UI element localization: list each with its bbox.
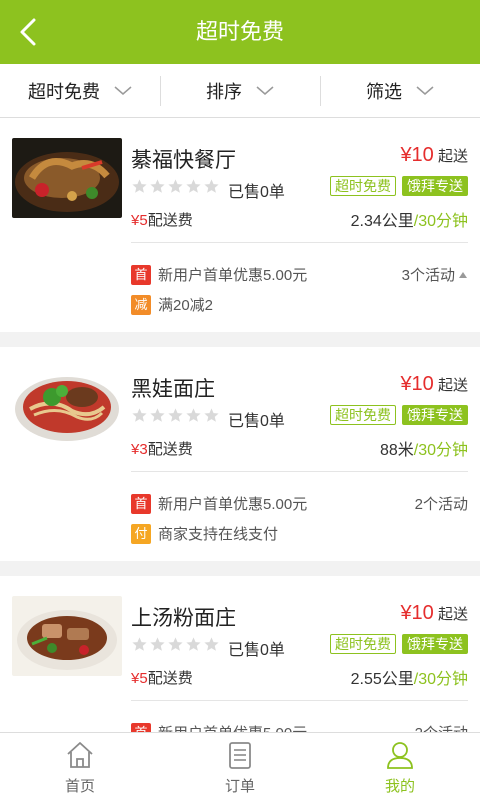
- promo-item: 首 新用户首单优惠5.00元: [131, 493, 307, 514]
- star-icon: [186, 179, 201, 193]
- rating-stars: [131, 636, 220, 653]
- chevron-down-icon: [416, 85, 434, 95]
- restaurant-card[interactable]: 黑娃面庄 ¥10 起送 已售0单 超时免费 饿拜专送 ¥3配送费 88米/30分…: [0, 347, 480, 561]
- delivery-fee: ¥5配送费: [131, 670, 193, 687]
- distance-time: 2.55公里/30分钟: [350, 671, 468, 688]
- filter-label: 筛选: [366, 81, 402, 102]
- star-icon: [186, 408, 201, 422]
- first-order-icon: 首: [131, 264, 151, 285]
- filter-sort[interactable]: 排序: [160, 64, 320, 117]
- activities-toggle[interactable]: 3个活动: [402, 264, 468, 285]
- promo-item: 减 满20减2: [131, 294, 213, 315]
- badge-overtime-free: 超时免费: [330, 634, 396, 654]
- promo-item: 付 商家支持在线支付: [131, 523, 278, 544]
- star-icon: [150, 408, 165, 422]
- user-icon: [387, 742, 413, 769]
- star-icon: [204, 179, 219, 193]
- divider: [131, 471, 468, 472]
- star-icon: [204, 408, 219, 422]
- tab-mine[interactable]: 我的: [320, 733, 480, 800]
- restaurant-list: 綦福快餐厅 ¥10 起送 已售0单 超时免费 饿拜专送 ¥5配送费 2.34公里…: [0, 118, 480, 732]
- chevron-down-icon: [256, 85, 274, 95]
- caret-up-icon: [459, 271, 467, 278]
- filter-screen[interactable]: 筛选: [320, 64, 480, 117]
- badges: 超时免费 饿拜专送: [330, 405, 468, 425]
- home-icon: [67, 742, 93, 768]
- star-icon: [132, 637, 147, 651]
- star-icon: [168, 637, 183, 651]
- order-list-icon: [229, 742, 251, 769]
- sold-count: 已售0单: [228, 184, 285, 201]
- badge-overtime-free: 超时免费: [330, 176, 396, 196]
- divider: [131, 700, 468, 701]
- sold-count: 已售0单: [228, 642, 285, 659]
- restaurant-card[interactable]: 上汤粉面庄 ¥10 起送 已售0单 超时免费 饿拜专送 ¥5配送费 2.55公里…: [0, 576, 480, 732]
- restaurant-thumbnail: [12, 367, 122, 447]
- online-payment-icon: 付: [131, 523, 151, 544]
- star-icon: [132, 179, 147, 193]
- badge-delivery-service: 饿拜专送: [402, 405, 468, 425]
- page-title: 超时免费: [195, 19, 284, 44]
- rating-stars: [131, 178, 220, 195]
- star-icon: [150, 637, 165, 651]
- tab-orders[interactable]: 订单: [160, 733, 320, 800]
- star-icon: [186, 637, 201, 651]
- badges: 超时免费 饿拜专送: [330, 634, 468, 654]
- tab-label: 我的: [384, 778, 415, 795]
- restaurant-name: 綦福快餐厅: [131, 149, 236, 172]
- badge-overtime-free: 超时免费: [330, 405, 396, 425]
- badge-delivery-service: 饿拜专送: [402, 176, 468, 196]
- first-order-icon: 首: [131, 493, 151, 514]
- restaurant-name: 上汤粉面庄: [131, 607, 236, 630]
- first-order-icon: 首: [131, 722, 151, 732]
- rating-stars: [131, 407, 220, 424]
- activities-toggle[interactable]: 2个活动: [415, 493, 468, 514]
- star-icon: [132, 408, 147, 422]
- restaurant-name: 黑娃面庄: [131, 378, 215, 401]
- min-order: ¥10 起送: [400, 373, 468, 395]
- sold-count: 已售0单: [228, 413, 285, 430]
- star-icon: [168, 179, 183, 193]
- filter-label: 超时免费: [28, 81, 100, 102]
- divider: [131, 242, 468, 243]
- star-icon: [150, 179, 165, 193]
- filter-bar: 超时免费 排序 筛选: [0, 64, 480, 118]
- star-icon: [168, 408, 183, 422]
- chevron-down-icon: [114, 85, 132, 95]
- restaurant-card[interactable]: 綦福快餐厅 ¥10 起送 已售0单 超时免费 饿拜专送 ¥5配送费 2.34公里…: [0, 118, 480, 332]
- delivery-fee: ¥3配送费: [131, 441, 193, 458]
- tab-label: 首页: [64, 778, 95, 795]
- filter-overtime-free[interactable]: 超时免费: [0, 64, 160, 117]
- star-icon: [204, 637, 219, 651]
- delivery-fee: ¥5配送费: [131, 212, 193, 229]
- filter-label: 排序: [206, 81, 242, 102]
- badges: 超时免费 饿拜专送: [330, 176, 468, 196]
- top-bar: 超时免费: [0, 0, 480, 64]
- bottom-tab-bar: 首页 订单 我的: [0, 732, 480, 800]
- discount-icon: 减: [131, 294, 151, 315]
- tab-label: 订单: [224, 778, 255, 795]
- badge-delivery-service: 饿拜专送: [402, 634, 468, 654]
- promo-item: 首 新用户首单优惠5.00元: [131, 722, 307, 732]
- restaurant-thumbnail: [12, 596, 122, 676]
- min-order: ¥10 起送: [400, 602, 468, 624]
- min-order: ¥10 起送: [400, 144, 468, 166]
- activities-toggle[interactable]: 2个活动: [415, 722, 468, 732]
- promo-item: 首 新用户首单优惠5.00元: [131, 264, 307, 285]
- distance-time: 2.34公里/30分钟: [350, 213, 468, 230]
- distance-time: 88米/30分钟: [379, 442, 468, 459]
- tab-home[interactable]: 首页: [0, 733, 160, 800]
- restaurant-thumbnail: [12, 138, 122, 218]
